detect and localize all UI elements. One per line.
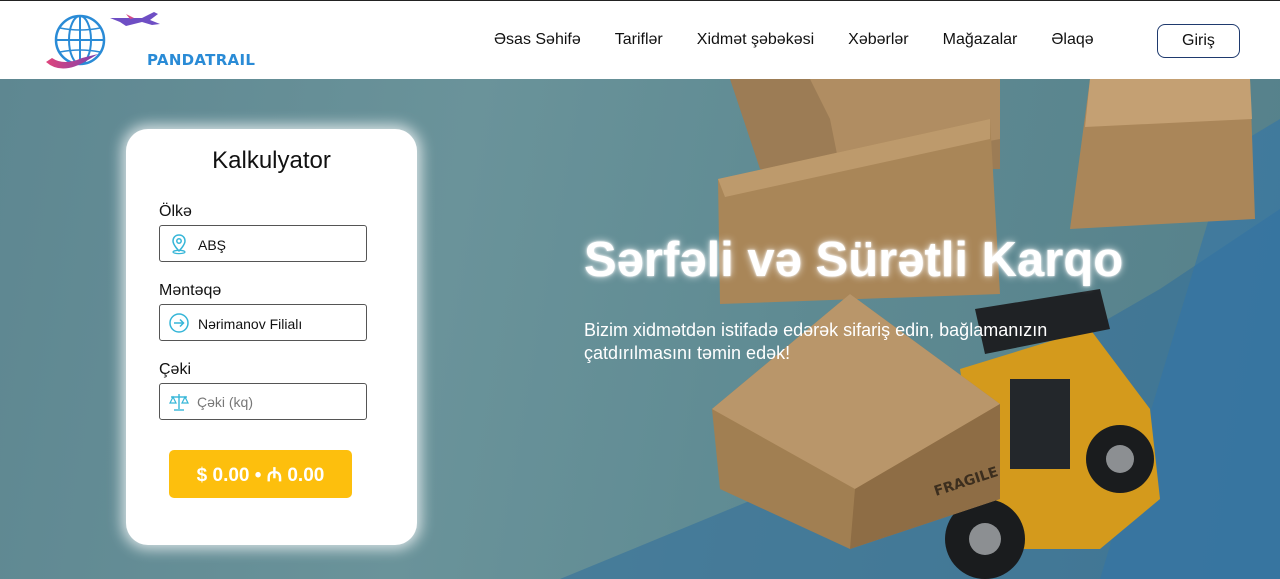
nav-item-news[interactable]: Xəbərlər (848, 31, 908, 49)
hero-section: FRAGILE Sərfəli və Sürətli Karqo Bizim x… (0, 79, 1280, 579)
nav-item-service-network[interactable]: Xidmət şəbəkəsi (697, 31, 814, 49)
hero-title: Sərfəli və Sürətli Karqo (584, 233, 1124, 287)
weight-input[interactable] (197, 390, 357, 414)
location-pin-icon (168, 233, 190, 255)
site-header: PANDATRAIL Əsas Səhifə Tariflər Xidmət ş… (0, 0, 1280, 79)
calculator-card: Kalkulyator Ölkə ABŞ Məntəqə Nərimanov F… (126, 129, 417, 545)
scale-icon (168, 391, 190, 413)
price-result-button[interactable]: $ 0.00 • ₼ 0.00 (169, 450, 352, 498)
calculator-title: Kalkulyator (212, 147, 331, 174)
country-label: Ölkə (159, 203, 192, 220)
country-value: ABŞ (198, 237, 227, 253)
weight-field (159, 383, 367, 420)
login-button[interactable]: Giriş (1157, 24, 1240, 58)
main-nav: Əsas Səhifə Tariflər Xidmət şəbəkəsi Xəb… (494, 31, 1128, 49)
nav-item-home[interactable]: Əsas Səhifə (494, 31, 581, 49)
nav-item-stores[interactable]: Mağazalar (943, 31, 1018, 49)
point-select[interactable]: Nərimanov Filialı (159, 304, 367, 341)
country-select[interactable]: ABŞ (159, 225, 367, 262)
hero-subtitle: Bizim xidmətdən istifadə edərək sifariş … (584, 320, 1048, 363)
weight-label: Çəki (159, 361, 192, 378)
nav-item-tariffs[interactable]: Tariflər (615, 31, 663, 49)
arrow-circle-icon (168, 312, 190, 334)
brand-logo[interactable]: PANDATRAIL (42, 6, 255, 74)
nav-item-contact[interactable]: Əlaqə (1051, 31, 1093, 49)
point-value: Nərimanov Filialı (198, 316, 303, 332)
brand-name: PANDATRAIL (147, 51, 256, 69)
point-label: Məntəqə (159, 282, 222, 299)
